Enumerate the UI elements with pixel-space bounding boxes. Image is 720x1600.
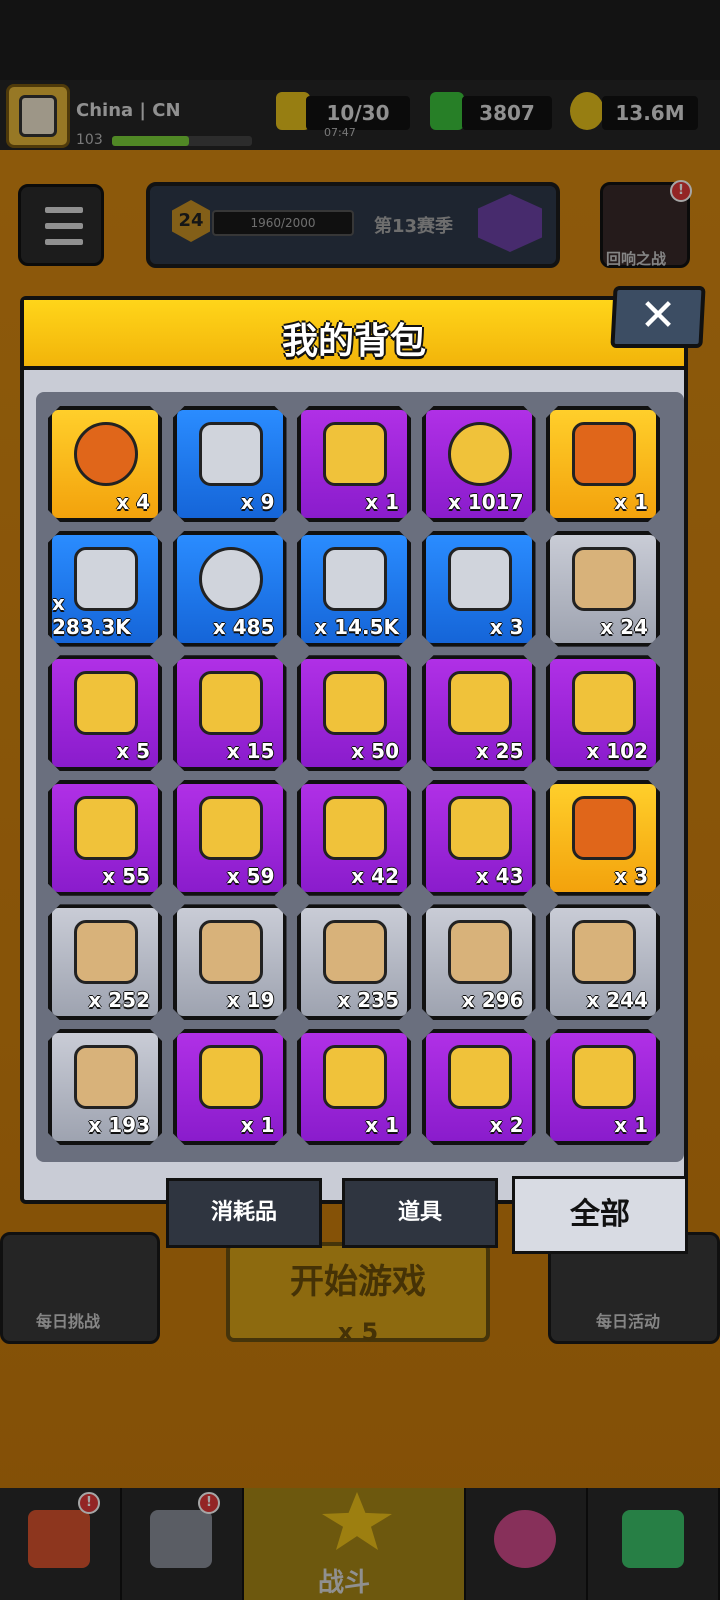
item-quantity: x 2 <box>489 1113 524 1137</box>
item-quantity: x 59 <box>226 863 275 888</box>
item-quantity: x 15 <box>226 739 275 764</box>
inventory-item[interactable]: x 5 <box>48 655 162 771</box>
puzzle-piece-icon <box>323 671 387 735</box>
capsule-icon <box>74 671 138 735</box>
tab-all[interactable]: 全部 <box>512 1176 688 1254</box>
item-quantity: x 1 <box>365 1113 399 1137</box>
item-quantity: x 19 <box>226 988 275 1013</box>
hex-chest-icon <box>572 1045 636 1109</box>
item-quantity: x 244 <box>586 988 648 1013</box>
puzzle-piece-icon <box>572 671 636 735</box>
inventory-item[interactable]: x 14.5K <box>297 531 411 647</box>
puzzle-piece-icon <box>199 796 263 860</box>
item-quantity: x 1 <box>365 490 399 514</box>
blueprint-belt-icon <box>448 920 512 984</box>
purple-chest-icon <box>199 1045 263 1109</box>
item-quantity: x 235 <box>337 988 399 1013</box>
paw-key-icon <box>448 547 512 611</box>
inventory-item[interactable]: x 193 <box>48 1029 162 1145</box>
item-quantity: x 296 <box>461 988 524 1013</box>
item-quantity: x 9 <box>240 490 275 514</box>
inventory-item[interactable]: x 1 <box>297 406 411 522</box>
inventory-item[interactable]: x 1 <box>173 1029 287 1145</box>
inventory-item[interactable]: x 25 <box>422 655 536 771</box>
tab-consumables[interactable]: 消耗品 <box>166 1178 322 1248</box>
inventory-item[interactable]: x 235 <box>297 904 411 1020</box>
puzzle-piece-icon <box>74 796 138 860</box>
dna-orb-icon <box>74 422 138 486</box>
item-quantity: x 1 <box>614 1113 648 1137</box>
gold-key-icon <box>323 422 387 486</box>
puzzle-piece-icon <box>323 796 387 860</box>
item-quantity: x 43 <box>475 863 524 888</box>
inventory-item[interactable]: x 296 <box>422 904 536 1020</box>
item-quantity: x 3 <box>489 614 524 639</box>
item-quantity: x 1 <box>614 490 648 514</box>
gold-chest-s-icon <box>448 1045 512 1109</box>
item-quantity: x 102 <box>586 739 648 764</box>
inventory-item[interactable]: x 2 <box>422 1029 536 1145</box>
item-quantity: x 50 <box>351 739 399 764</box>
crystal-shard-icon <box>199 671 263 735</box>
puzzle-piece-icon <box>448 796 512 860</box>
inventory-item[interactable]: x 59 <box>173 780 287 896</box>
item-quantity: x 4 <box>116 490 150 514</box>
inventory-item[interactable]: x 3 <box>422 531 536 647</box>
inventory-item[interactable]: x 1 <box>546 406 660 522</box>
blueprint-gun-icon <box>74 920 138 984</box>
blueprint-boot-icon <box>74 1045 138 1109</box>
cube-coin-icon <box>199 547 263 611</box>
item-quantity: x 24 <box>600 614 648 639</box>
inventory-item[interactable]: x 1 <box>546 1029 660 1145</box>
purple-chest-s-icon <box>323 1045 387 1109</box>
heart-coin-icon <box>448 422 512 486</box>
inventory-item[interactable]: x 102 <box>546 655 660 771</box>
inventory-item[interactable]: x 15 <box>173 655 287 771</box>
inventory-item[interactable]: x 3 <box>546 780 660 896</box>
item-quantity: x 1 <box>240 1113 275 1137</box>
inventory-item[interactable]: x 19 <box>173 904 287 1020</box>
item-quantity: x 5 <box>116 739 150 764</box>
inventory-item[interactable]: x 42 <box>297 780 411 896</box>
inventory-item[interactable]: x 4 <box>48 406 162 522</box>
inventory-item[interactable]: x 485 <box>173 531 287 647</box>
inventory-item[interactable]: x 252 <box>48 904 162 1020</box>
item-quantity: x 25 <box>475 739 524 764</box>
inventory-item[interactable]: x 244 <box>546 904 660 1020</box>
inventory-item[interactable]: x 55 <box>48 780 162 896</box>
dog-cookie-icon <box>323 547 387 611</box>
item-quantity: x 1017 <box>447 490 524 514</box>
inventory-item[interactable]: x 24 <box>546 531 660 647</box>
crystal-key-icon <box>572 422 636 486</box>
modal-title: 我的背包 <box>281 321 426 362</box>
item-quantity: x 485 <box>212 614 275 639</box>
blueprint-shirt-icon <box>199 920 263 984</box>
blueprint-necklace-icon <box>323 920 387 984</box>
item-quantity: x 3 <box>614 863 648 888</box>
gold-chest-icon <box>572 796 636 860</box>
inventory-item[interactable]: x 283.3K <box>48 531 162 647</box>
inventory-item[interactable]: x 1017 <box>422 406 536 522</box>
close-icon[interactable]: ✕ <box>630 286 686 346</box>
silver-key-icon <box>199 422 263 486</box>
tab-props[interactable]: 道具 <box>342 1178 498 1248</box>
inventory-item[interactable]: x 9 <box>173 406 287 522</box>
blueprint-glove-icon <box>572 920 636 984</box>
metal-cube-icon <box>572 547 636 611</box>
inventory-item[interactable]: x 43 <box>422 780 536 896</box>
item-quantity: x 42 <box>351 863 399 888</box>
puzzle-piece-icon <box>448 671 512 735</box>
item-quantity: x 252 <box>88 988 150 1013</box>
inventory-item[interactable]: x 50 <box>297 655 411 771</box>
item-quantity: x 283.3K <box>52 590 131 639</box>
item-quantity: x 14.5K <box>314 614 399 639</box>
item-quantity: x 193 <box>88 1113 150 1137</box>
item-quantity: x 55 <box>102 863 150 888</box>
inventory-item[interactable]: x 1 <box>297 1029 411 1145</box>
